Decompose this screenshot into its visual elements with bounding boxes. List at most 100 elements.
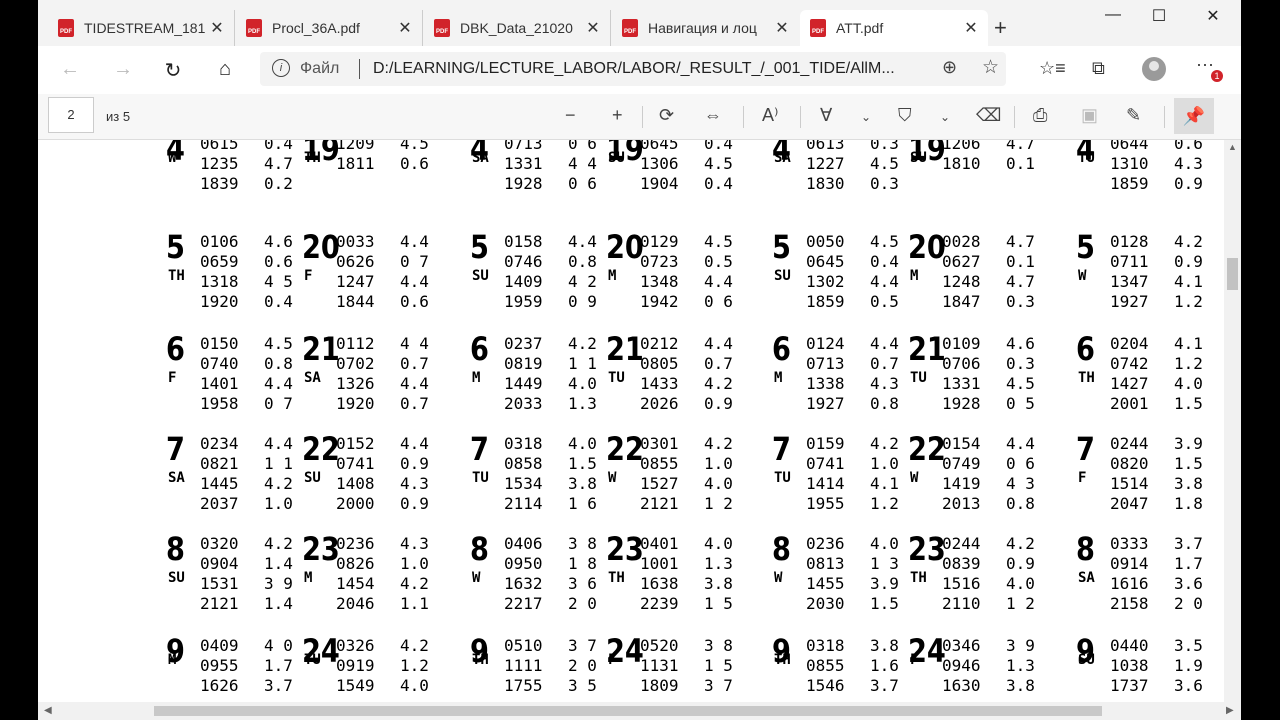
chevron-down-icon[interactable]: ⌄ xyxy=(940,110,950,124)
tide-time: 0510 xyxy=(504,636,543,655)
tide-height: 3.9 xyxy=(870,574,899,593)
tide-time: 2000 xyxy=(336,494,375,513)
tide-height: 0.4 xyxy=(264,140,293,153)
tide-time: 0106 xyxy=(200,232,239,251)
highlight-icon[interactable]: ⛉ xyxy=(898,105,912,126)
chevron-down-icon[interactable]: ⌄ xyxy=(861,110,871,124)
tide-height: 4.0 xyxy=(704,534,733,553)
tab-navigation[interactable]: PDF Навигация и лоц ✕ xyxy=(612,10,799,46)
minimize-button[interactable]: — xyxy=(1090,6,1136,24)
tide-height: 0.6 xyxy=(400,154,429,173)
back-arrow-icon[interactable]: ← xyxy=(55,58,85,81)
close-tab-icon[interactable]: ✕ xyxy=(584,18,602,38)
rotate-icon[interactable]: ⟳ xyxy=(659,105,674,126)
favorites-list-icon[interactable]: ☆≡ xyxy=(1039,58,1066,79)
day-number: 5 xyxy=(470,228,489,266)
print-icon[interactable]: ⎙ xyxy=(1033,105,1047,126)
tide-time: 2158 xyxy=(1110,594,1149,613)
favorite-star-icon[interactable]: ☆ xyxy=(982,56,999,79)
page-number-input[interactable]: 2 xyxy=(48,97,94,133)
close-window-button[interactable]: ✕ xyxy=(1190,6,1236,26)
tide-height: 4.0 xyxy=(870,534,899,553)
tab-tidestream[interactable]: PDF TIDESTREAM_181 ✕ xyxy=(48,10,235,46)
zoom-in-icon[interactable]: + xyxy=(612,105,623,126)
tide-time: 0819 xyxy=(504,354,543,373)
tide-time: 1955 xyxy=(806,494,845,513)
tide-height: 4.5 xyxy=(1006,374,1035,393)
pdf-page-view[interactable]: 4 W 0615 1235 1839 0.4 4.7 0.2 19 TH 1209 1811 4.5 0.… xyxy=(38,140,1241,702)
tab-dbk-data[interactable]: PDF DBK_Data_21020 ✕ xyxy=(424,10,611,46)
tide-height: 0 6 xyxy=(568,140,597,153)
pin-toolbar-icon[interactable]: 📌 xyxy=(1174,98,1214,134)
divider xyxy=(1164,106,1165,128)
draw-icon[interactable]: ∀ xyxy=(820,105,832,126)
tide-height: 4.0 xyxy=(400,676,429,695)
read-aloud-icon[interactable]: A⁾ xyxy=(762,105,778,126)
tide-height: 0.4 xyxy=(264,292,293,311)
tide-time: 0406 xyxy=(504,534,543,553)
info-icon[interactable]: i xyxy=(272,59,290,77)
home-icon[interactable]: ⌂ xyxy=(210,58,240,81)
tide-height: 3 7 xyxy=(568,636,597,655)
tide-time: 0234 xyxy=(200,434,239,453)
tide-time: 2001 xyxy=(1110,394,1149,413)
vertical-scrollbar[interactable]: ▲ xyxy=(1224,140,1241,702)
tide-height: 1.7 xyxy=(264,656,293,675)
save-icon[interactable]: ▣ xyxy=(1081,105,1098,126)
day-number: 21 xyxy=(606,330,644,368)
tide-height: 2 0 xyxy=(568,594,597,613)
tide-time: 1131 xyxy=(640,656,679,675)
url-text[interactable]: D:/LEARNING/LECTURE_LABOR/LABOR/_RESULT_… xyxy=(373,60,895,78)
tab-att-active[interactable]: PDF ATT.pdf ✕ xyxy=(800,10,988,46)
collections-icon[interactable]: ⧉ xyxy=(1092,58,1105,79)
vertical-scroll-thumb[interactable] xyxy=(1227,258,1238,290)
tide-time: 0904 xyxy=(200,554,239,573)
tide-height: 0.8 xyxy=(1006,494,1035,513)
horizontal-scroll-thumb[interactable] xyxy=(154,706,1102,716)
profile-avatar[interactable] xyxy=(1142,57,1166,81)
day-number: 5 xyxy=(1076,228,1095,266)
tide-height: 0.6 xyxy=(264,252,293,271)
weekday-label: TH xyxy=(472,652,489,668)
weekday-label: SU xyxy=(608,150,625,166)
scroll-left-arrow-icon[interactable]: ◀ xyxy=(44,705,52,716)
tide-day-cell: 4 TU 0644 1310 1859 0.6 4.3 0.9 xyxy=(1076,140,1241,234)
tide-height: 4.2 xyxy=(264,474,293,493)
notification-badge: 1 xyxy=(1211,70,1223,82)
tide-time: 0749 xyxy=(942,454,981,473)
tide-time: 0152 xyxy=(336,434,375,453)
scroll-up-arrow-icon[interactable]: ▲ xyxy=(1228,142,1237,152)
tide-height: 4.0 xyxy=(568,434,597,453)
close-tab-icon[interactable]: ✕ xyxy=(773,18,791,38)
zoom-icon[interactable]: ⊕ xyxy=(942,57,957,78)
new-tab-button[interactable]: + xyxy=(994,15,1007,41)
tide-time: 0741 xyxy=(806,454,845,473)
tide-time: 0955 xyxy=(200,656,239,675)
tab-procl[interactable]: PDF Procl_36A.pdf ✕ xyxy=(236,10,423,46)
maximize-button[interactable]: ☐ xyxy=(1136,6,1182,26)
horizontal-scrollbar[interactable]: ◀ ▶ xyxy=(38,702,1241,720)
tide-height: 0.7 xyxy=(870,354,899,373)
tide-height: 1.7 xyxy=(1174,554,1203,573)
tide-height: 1.5 xyxy=(870,594,899,613)
tide-time: 0124 xyxy=(806,334,845,353)
close-tab-icon[interactable]: ✕ xyxy=(396,18,414,38)
weekday-label: SA xyxy=(168,470,185,486)
refresh-icon[interactable]: ↻ xyxy=(158,58,188,83)
tide-time: 1455 xyxy=(806,574,845,593)
save-as-icon[interactable]: ✎ xyxy=(1126,105,1141,126)
address-bar[interactable]: i Файл D:/LEARNING/LECTURE_LABOR/LABOR/_… xyxy=(260,52,1006,86)
tide-time: 0237 xyxy=(504,334,543,353)
forward-arrow-icon[interactable]: → xyxy=(108,58,138,81)
tide-height: 4.2 xyxy=(400,574,429,593)
zoom-out-icon[interactable]: − xyxy=(565,105,576,126)
fit-to-width-icon[interactable]: ⇔ xyxy=(704,105,722,126)
tide-time: 0813 xyxy=(806,554,845,573)
close-tab-icon[interactable]: ✕ xyxy=(208,18,226,38)
weekday-label: M xyxy=(304,570,313,586)
close-tab-icon[interactable]: ✕ xyxy=(962,18,980,38)
scroll-right-arrow-icon[interactable]: ▶ xyxy=(1226,705,1234,716)
day-number: 6 xyxy=(1076,330,1095,368)
eraser-icon[interactable]: ⌫ xyxy=(976,105,1001,126)
tide-time: 0613 xyxy=(806,140,845,153)
